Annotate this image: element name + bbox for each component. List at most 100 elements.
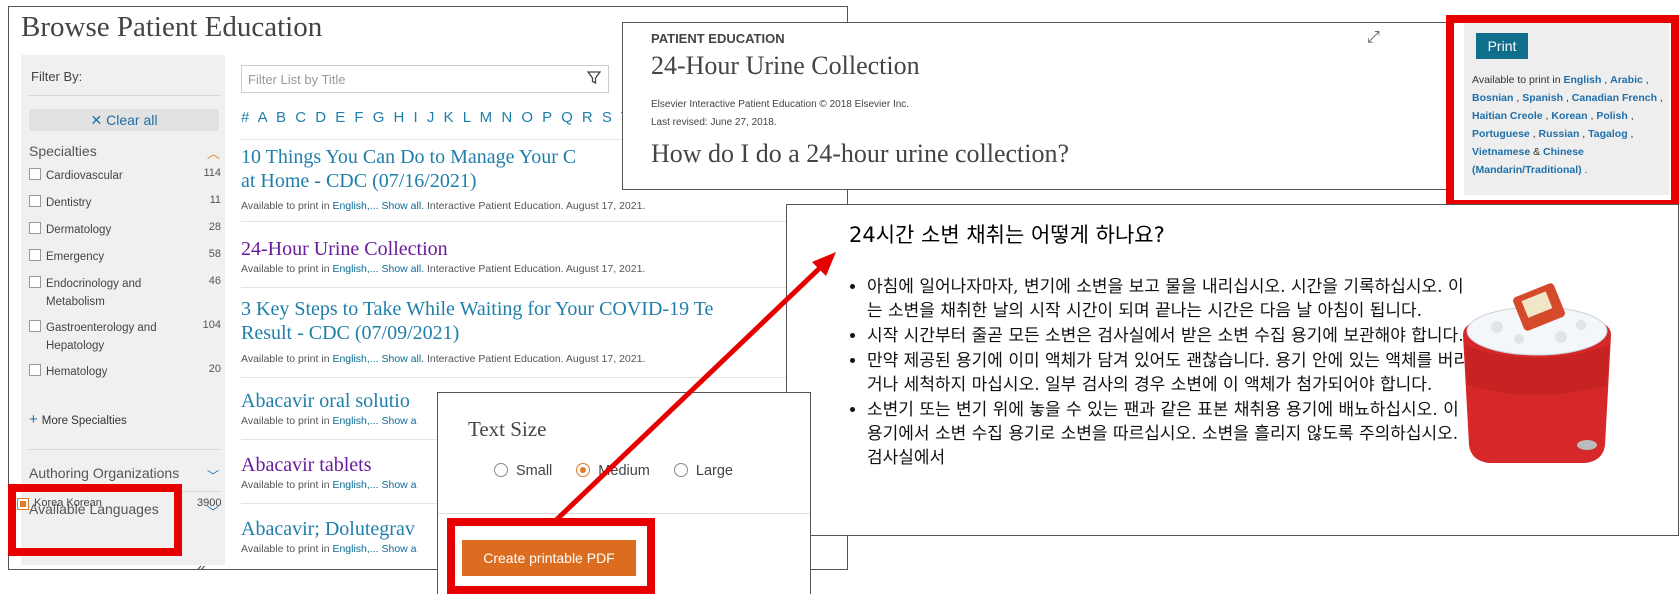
language-link[interactable]: Bosnian — [1472, 92, 1513, 104]
language-link[interactable]: Arabic — [1610, 74, 1643, 86]
checkbox[interactable] — [29, 195, 41, 207]
text-size-large-option[interactable]: Large — [673, 463, 733, 479]
clear-all-label: Clear all — [106, 112, 158, 128]
article-question-heading: How do I do a 24-hour urine collection? — [651, 139, 1070, 168]
article-title: 24-Hour Urine Collection — [651, 51, 920, 80]
checkbox[interactable] — [29, 222, 41, 234]
specialty-label: Gastroenterology and Hepatology — [46, 322, 157, 352]
text-size-medium-option[interactable]: Medium — [576, 463, 650, 479]
language-link[interactable]: English,... — [332, 543, 378, 555]
checkbox[interactable] — [29, 249, 41, 261]
authoring-organizations-heading[interactable]: Authoring Organizations — [29, 465, 179, 481]
print-languages: Available to print in English , Arabic ,… — [1472, 74, 1663, 176]
language-link[interactable]: English,... — [332, 479, 378, 491]
checkbox[interactable] — [29, 168, 41, 180]
article-link[interactable]: Abacavir; Dolutegrav — [241, 517, 415, 541]
text-size-small-option[interactable]: Small — [494, 463, 552, 479]
specialty-count: 104 — [202, 319, 221, 331]
show-all-link[interactable]: Show a — [381, 479, 416, 491]
filter-list-input[interactable]: Filter List by Title — [241, 65, 609, 93]
specialties-heading: Specialties — [29, 143, 97, 159]
radio-button[interactable] — [673, 463, 688, 477]
show-all-link[interactable]: Show all. — [381, 353, 424, 365]
divider — [438, 513, 810, 514]
korean-heading: 24시간 소변 채취는 어떻게 하나요? — [849, 223, 1165, 247]
divider — [29, 95, 221, 96]
language-link[interactable]: Korean — [1551, 110, 1587, 122]
language-link[interactable]: Canadian French — [1572, 92, 1657, 104]
article-title-line: Abacavir tablets — [241, 454, 372, 476]
last-revised-text: Last revised: June 27, 2018. — [651, 117, 777, 128]
highlight-box-print: Print Available to print in English , Ar… — [1446, 15, 1679, 208]
page-title: Browse Patient Education — [21, 11, 323, 43]
language-link[interactable]: Russian — [1539, 128, 1580, 140]
language-link[interactable]: English,... — [332, 200, 378, 212]
alphabet-index[interactable]: # A B C D E F G H I J K L M N O P Q R S … — [241, 109, 631, 126]
language-link[interactable]: English,... — [332, 263, 378, 275]
text-size-options: Small Medium Large — [494, 463, 753, 479]
more-specialties-label: More Specialties — [41, 415, 127, 427]
meta-prefix: Available to print in — [241, 353, 333, 365]
specialty-label: Endocrinology and Metabolism — [46, 278, 142, 308]
list-item: 만약 제공된 용기에 이미 액체가 담겨 있어도 괜찮습니다. 용기 안에 있는… — [867, 349, 1477, 397]
divider — [29, 449, 221, 450]
meta-prefix: Available to print in — [241, 479, 333, 491]
print-sidebar: Print Available to print in English , Ar… — [1464, 23, 1669, 195]
highlight-box-language — [8, 484, 182, 556]
language-link[interactable]: English,... — [332, 353, 378, 365]
article-title-line: Abacavir; Dolutegrav — [241, 518, 415, 540]
meta-prefix: Available to print in — [241, 543, 333, 555]
article-link[interactable]: 3 Key Steps to Take While Waiting for Yo… — [241, 297, 713, 345]
more-specialties-link[interactable]: + More Specialties — [29, 411, 127, 428]
list-item: 시작 시간부터 줄곧 모든 소변은 검사실에서 받은 소변 수집 용기에 보관해… — [867, 324, 1477, 348]
filter-funnel-icon[interactable] — [587, 71, 601, 85]
language-link[interactable]: Haitian Creole — [1472, 110, 1543, 122]
radio-button[interactable] — [494, 463, 508, 477]
meta-suffix: Interactive Patient Education. August 17… — [424, 353, 646, 365]
article-title-line: at Home - CDC (07/16/2021) — [241, 170, 477, 192]
checkbox[interactable] — [29, 364, 41, 376]
specialty-label: Dentistry — [46, 197, 92, 209]
article-link[interactable]: Abacavir oral solutio — [241, 389, 410, 413]
language-link[interactable]: Portuguese — [1472, 128, 1530, 140]
print-button[interactable]: Print — [1476, 33, 1528, 59]
specialty-count: 114 — [203, 167, 221, 179]
language-link[interactable]: Vietnamese — [1472, 146, 1530, 158]
chevron-down-icon[interactable]: ﹀ — [207, 467, 219, 484]
language-link[interactable]: Spanish — [1522, 92, 1563, 104]
language-link[interactable]: English,... — [332, 415, 378, 427]
collapse-sidebar-icon[interactable]: « — [197, 560, 206, 569]
article-meta: Available to print in English,... Show a… — [241, 353, 645, 365]
specialty-count: 11 — [209, 194, 221, 206]
show-all-link[interactable]: Show a — [381, 415, 416, 427]
radio-button-selected[interactable] — [576, 463, 591, 477]
clear-all-button[interactable]: ✕ Clear all — [29, 109, 219, 131]
plus-icon: + — [29, 411, 38, 428]
language-link[interactable]: Tagalog — [1588, 128, 1627, 140]
highlight-box-pdf: Create printable PDF — [447, 518, 655, 594]
close-icon: ✕ — [90, 112, 107, 128]
show-all-link[interactable]: Show all. — [381, 263, 424, 275]
article-meta: Available to print in English,... Show a… — [241, 263, 645, 275]
specialty-count: 28 — [208, 221, 221, 233]
expand-icon[interactable]: ⤢ — [1367, 29, 1380, 47]
divider — [241, 287, 821, 288]
language-link[interactable]: Polish — [1596, 110, 1628, 122]
checkbox[interactable] — [29, 276, 41, 288]
chevron-up-icon[interactable]: ︿ — [207, 143, 220, 162]
meta-suffix: Interactive Patient Education. August 17… — [424, 263, 646, 275]
option-label: Small — [516, 463, 553, 479]
article-link[interactable]: 10 Things You Can Do to Manage Your C at… — [241, 145, 576, 193]
show-all-link[interactable]: Show all. — [381, 200, 424, 212]
meta-prefix: Available to print in — [241, 263, 333, 275]
article-title-line: 24-Hour Urine Collection — [241, 238, 448, 260]
article-link[interactable]: Abacavir tablets — [241, 453, 372, 477]
available-prefix: Available to print in — [1472, 74, 1564, 86]
option-label: Medium — [598, 463, 650, 479]
article-link[interactable]: 24-Hour Urine Collection — [241, 237, 448, 261]
and-word: & — [1533, 146, 1541, 158]
show-all-link[interactable]: Show a — [381, 543, 416, 555]
create-printable-pdf-button[interactable]: Create printable PDF — [462, 540, 636, 576]
checkbox[interactable] — [29, 320, 41, 332]
language-link[interactable]: English — [1563, 74, 1601, 86]
